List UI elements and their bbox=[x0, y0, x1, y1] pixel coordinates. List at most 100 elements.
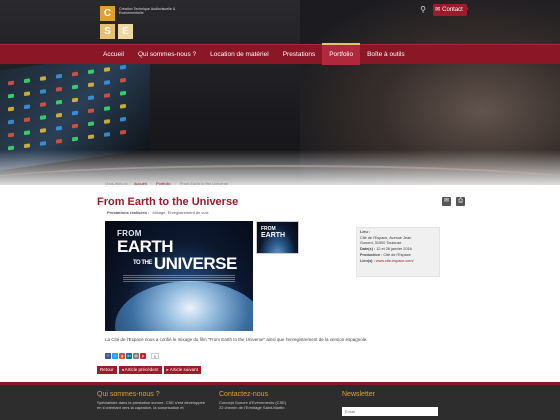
console-light bbox=[72, 71, 78, 77]
footer-newsletter: Newsletter bbox=[342, 391, 438, 418]
nav-list: Accueil Qui sommes-nous ? Location de maté… bbox=[96, 43, 412, 65]
console-light bbox=[40, 128, 46, 133]
console-light bbox=[8, 106, 14, 112]
logo-square-c: C bbox=[100, 6, 115, 21]
logo-square-e: E bbox=[118, 24, 133, 39]
console-light bbox=[24, 104, 30, 110]
earth-graphic bbox=[115, 281, 253, 331]
share-button-icon[interactable]: in bbox=[126, 353, 132, 359]
console-light bbox=[8, 119, 14, 125]
lock-icon[interactable]: ⚲ bbox=[418, 5, 428, 15]
article-actions: ✉ ⎙ bbox=[442, 197, 465, 206]
dates-value: 12 et 26 janvier 2016 bbox=[376, 247, 412, 251]
share-button-icon[interactable]: g bbox=[119, 353, 125, 359]
nav-item-prestations[interactable]: Prestations bbox=[276, 45, 323, 65]
email-icon[interactable]: ✉ bbox=[442, 197, 451, 206]
console-light bbox=[120, 103, 126, 109]
footer-about-line2: en s'orientant vers la captation, la son… bbox=[97, 405, 184, 410]
console-light bbox=[56, 99, 62, 105]
print-icon[interactable]: ⎙ bbox=[456, 197, 465, 206]
console-light bbox=[72, 136, 78, 142]
article-meta: Prestations réalisées : Mixage, Enregist… bbox=[107, 210, 209, 215]
breadcrumb-separator: › bbox=[174, 181, 176, 186]
newsletter-email-input[interactable] bbox=[342, 407, 438, 416]
poster-universe: TO THE UNIVERSE bbox=[133, 255, 237, 272]
info-production: Production : Cité de l'Espace bbox=[360, 253, 411, 258]
console-light bbox=[104, 132, 110, 137]
console-light bbox=[72, 110, 78, 116]
info-dates: Date(s) : 12 et 26 janvier 2016 bbox=[360, 247, 412, 252]
nav-item-bo-te-outils[interactable]: Boîte à outils bbox=[360, 45, 412, 65]
info-lieu-value-2: Gonord, 31500 Toulouse bbox=[360, 241, 402, 245]
logo-square-s: S bbox=[100, 24, 115, 39]
lieu-label: Lieu : bbox=[360, 230, 371, 234]
share-button-icon[interactable]: @ bbox=[133, 353, 139, 359]
console-light bbox=[88, 108, 94, 114]
console-light bbox=[40, 115, 46, 120]
console-light bbox=[8, 132, 14, 138]
console-light bbox=[104, 119, 110, 124]
console-light bbox=[120, 77, 126, 83]
console-light bbox=[24, 78, 30, 84]
nav-item-accueil[interactable]: Accueil bbox=[96, 45, 131, 65]
nav-item-portfolio[interactable]: Portfolio bbox=[322, 43, 361, 65]
nav-item-qui-sommes-nous[interactable]: Qui sommes-nous ? bbox=[131, 45, 203, 65]
console-light bbox=[56, 73, 62, 79]
poster-universe-text: UNIVERSE bbox=[153, 254, 237, 273]
console-light bbox=[120, 116, 126, 122]
meta-value: Mixage, Enregistrement de voix bbox=[152, 210, 209, 215]
breadcrumb-separator: › bbox=[150, 181, 152, 186]
contact-button[interactable]: ✉ Contact bbox=[433, 4, 467, 16]
console-light bbox=[56, 86, 62, 92]
console-light bbox=[8, 93, 14, 99]
previous-article-button[interactable]: ◂ Article précédent bbox=[118, 366, 162, 374]
page-title: From Earth to the Universe bbox=[97, 196, 239, 208]
next-article-button[interactable]: ▸ Article suivant bbox=[163, 366, 201, 374]
site-logo[interactable]: C S E Création Technique Audiovisuelle &… bbox=[100, 6, 180, 40]
poster-fine-print bbox=[123, 275, 235, 283]
breadcrumb-home[interactable]: Accueil bbox=[134, 181, 147, 186]
console-light bbox=[24, 91, 30, 97]
share-button-icon[interactable]: p bbox=[140, 353, 146, 359]
main-nav: Accueil Qui sommes-nous ? Location de maté… bbox=[0, 43, 560, 65]
console-light bbox=[72, 123, 78, 129]
article-nav-buttons: Retour ◂ Article précédent ▸ Article sui… bbox=[97, 366, 201, 374]
console-light bbox=[72, 84, 78, 90]
console-light bbox=[120, 64, 126, 70]
console-light bbox=[120, 90, 126, 96]
nav-item-location-de-mat-riel[interactable]: Location de matériel bbox=[203, 45, 276, 65]
thumb-earth: EARTH bbox=[261, 232, 286, 239]
share-button-icon[interactable]: f bbox=[105, 353, 111, 359]
footer-newsletter-title: Newsletter bbox=[342, 391, 376, 398]
meta-label: Prestations réalisées : bbox=[107, 210, 150, 215]
console-light bbox=[40, 141, 46, 146]
console-light bbox=[104, 67, 110, 72]
breadcrumb-portfolio[interactable]: Portfolio bbox=[156, 181, 171, 186]
hero-banner bbox=[0, 0, 560, 185]
logo-tagline: Création Technique Audiovisuelle & Evéne… bbox=[119, 7, 176, 15]
console-light bbox=[40, 89, 46, 94]
footer-contact-line2: 22 chemin de l'Ermitage Saint-Martin bbox=[219, 405, 285, 410]
article-description: La Cité de l'Espace nous a confié le mix… bbox=[105, 337, 368, 342]
console-light bbox=[88, 95, 94, 101]
share-bar: f t g in @ p 0 bbox=[105, 353, 159, 359]
poster-thumbnail[interactable]: FROM EARTH bbox=[256, 221, 299, 254]
back-button[interactable]: Retour bbox=[97, 366, 117, 374]
console-light bbox=[56, 112, 62, 118]
envelope-icon: ✉ bbox=[435, 7, 441, 13]
lien-link[interactable]: www.cite-espace.com/ bbox=[376, 259, 414, 263]
console-light bbox=[88, 69, 94, 75]
lien-label: Lien(s) : bbox=[360, 259, 375, 263]
console-light bbox=[8, 80, 14, 86]
share-button-icon[interactable]: t bbox=[112, 353, 118, 359]
contact-label: Contact bbox=[442, 7, 463, 13]
footer-contact-title: Contactez-nous bbox=[219, 391, 269, 398]
poster-image[interactable]: FROM EARTH TO THE UNIVERSE bbox=[105, 221, 253, 331]
breadcrumb: Vous êtes ici : Accueil › Portfolio › Fr… bbox=[105, 181, 228, 186]
console-light bbox=[88, 134, 94, 140]
console-light bbox=[88, 82, 94, 88]
project-info-box: Lieu : Cité de l'Espace, Avenue Jean Gon… bbox=[356, 227, 440, 277]
share-count: 0 bbox=[151, 353, 159, 359]
site-footer: Qui sommes-nous ? Spécialisée dans la pr… bbox=[0, 382, 560, 420]
console-light bbox=[120, 129, 126, 135]
